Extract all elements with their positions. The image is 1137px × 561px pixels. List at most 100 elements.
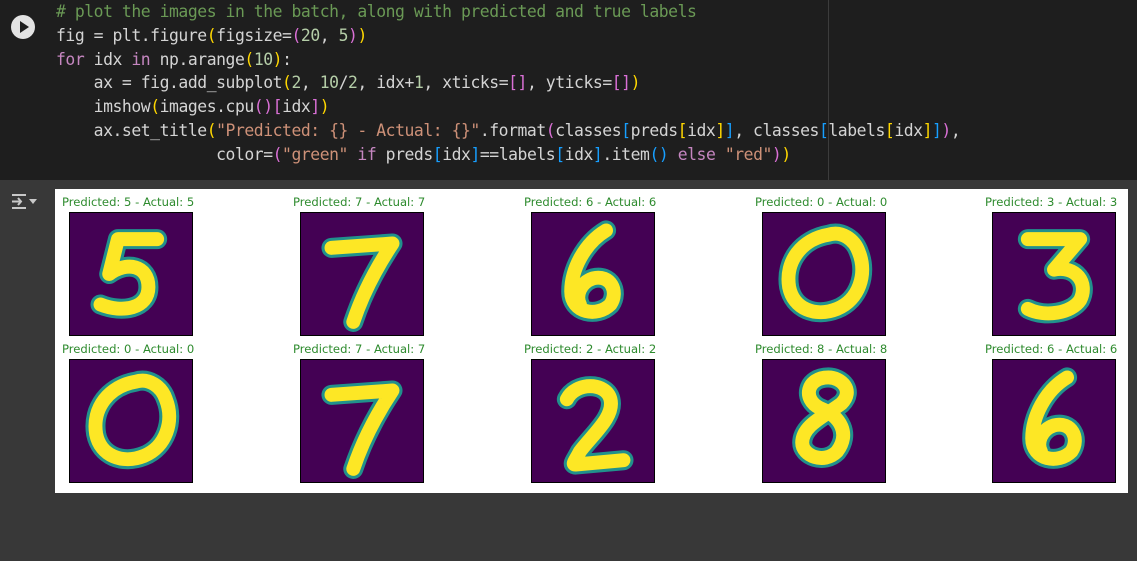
code-line: # plot the images in the batch, along wi…	[56, 0, 828, 24]
subplot-title: Predicted: 7 - Actual: 7	[293, 342, 426, 356]
code-token: color=	[56, 144, 273, 164]
subplot-title: Predicted: 2 - Actual: 2	[524, 342, 657, 356]
code-token: ()	[649, 144, 669, 164]
code-token: ()	[253, 97, 273, 117]
subplot-title: Predicted: 6 - Actual: 6	[524, 195, 657, 209]
code-line: color=("green" if preds[idx]==labels[idx…	[56, 143, 828, 167]
code-token: )	[319, 97, 330, 117]
code-token: (	[291, 25, 301, 45]
code-line: for idx in np.arange(10):	[56, 48, 828, 72]
code-token: )	[781, 144, 791, 164]
code-token: , yticks=	[526, 73, 612, 93]
code-token: in	[131, 49, 151, 69]
code-token: idx	[687, 120, 716, 140]
code-line: fig = plt.figure(figsize=(20, 5))	[56, 24, 828, 48]
digit-image	[69, 359, 193, 483]
output-collapse-icon	[12, 194, 37, 209]
subplot-title: Predicted: 3 - Actual: 3	[985, 195, 1118, 209]
digit-image	[300, 212, 424, 336]
run-cell-button[interactable]	[11, 15, 35, 39]
code-token: ]	[470, 144, 480, 164]
code-token: (	[150, 97, 160, 117]
code-token: [	[884, 120, 895, 140]
subplot-title: Predicted: 0 - Actual: 0	[755, 195, 888, 209]
digit-image	[992, 212, 1116, 336]
code-token: :	[282, 49, 292, 69]
code-token: idx	[564, 144, 594, 164]
code-text[interactable]: # plot the images in the batch, along wi…	[46, 0, 961, 167]
code-token: ]	[724, 120, 735, 140]
digit-image	[992, 359, 1116, 483]
code-token: 20	[300, 25, 320, 45]
code-token: )	[771, 144, 782, 164]
code-token: "Predicted: {} - Actual: {}"	[216, 120, 480, 140]
code-token: "green"	[282, 144, 348, 164]
code-token: [	[677, 120, 688, 140]
digit-image	[531, 212, 655, 336]
code-token: idx	[84, 49, 132, 69]
code-token: ]	[592, 144, 603, 164]
subplot-title: Predicted: 7 - Actual: 7	[293, 195, 426, 209]
code-token: [	[432, 144, 443, 164]
subplot-title: Predicted: 6 - Actual: 6	[985, 342, 1118, 356]
code-token: ]	[922, 120, 933, 140]
code-token: )	[630, 73, 641, 93]
code-token: labels	[828, 120, 885, 140]
code-line: ax.set_title("Predicted: {} - Actual: {}…	[56, 119, 961, 143]
digit-image	[762, 359, 886, 483]
code-token: (	[206, 120, 217, 140]
code-token: )	[357, 25, 367, 45]
code-token: imshow	[56, 97, 151, 117]
code-token: , xticks=	[423, 73, 509, 93]
code-token: if	[357, 144, 377, 164]
code-token: figsize=	[216, 25, 292, 45]
code-token: [	[555, 144, 565, 164]
code-token: ]	[310, 97, 320, 117]
code-token: ]	[932, 120, 942, 140]
code-token: []	[508, 73, 527, 93]
subplot-title: Predicted: 8 - Actual: 8	[755, 342, 888, 356]
code-cell: # plot the images in the batch, along wi…	[0, 0, 1137, 180]
code-token: /	[338, 73, 349, 93]
code-token: [	[272, 97, 283, 117]
code-token: "red"	[724, 144, 773, 164]
code-editor[interactable]: # plot the images in the batch, along wi…	[46, 0, 961, 180]
digit-image	[762, 212, 886, 336]
code-token: , idx+	[357, 73, 414, 93]
code-token: ,	[950, 120, 961, 140]
code-token: idx	[894, 120, 923, 140]
code-token: [	[621, 120, 631, 140]
code-token: 2	[291, 73, 301, 93]
code-token: 10	[319, 73, 339, 93]
code-token: preds	[630, 120, 679, 140]
code-token: np.arange	[150, 49, 245, 69]
digit-image	[69, 212, 193, 336]
code-token: for	[56, 49, 85, 69]
code-token: ,	[319, 25, 339, 45]
output-toggle-button[interactable]	[10, 190, 38, 214]
code-token: (	[545, 120, 556, 140]
code-token: ==labels	[479, 144, 556, 164]
cell-output-figure: Predicted: 5 - Actual: 5 Predicted: 7 - A…	[55, 189, 1128, 493]
code-token: , classes	[734, 120, 819, 140]
subplot-title: Predicted: 0 - Actual: 0	[62, 342, 195, 356]
code-token: [	[818, 120, 829, 140]
code-token: ax.set_title	[56, 120, 207, 140]
code-token: preds	[376, 144, 434, 164]
code-token: ,	[300, 73, 320, 93]
code-token: 2	[348, 73, 358, 93]
code-token: 10	[253, 49, 273, 69]
code-token: ax = fig.add_subplot	[56, 73, 283, 93]
code-token: .format	[479, 120, 546, 140]
code-line: ax = fig.add_subplot(2, 10/2, idx+1, xti…	[56, 71, 828, 95]
code-token: []	[611, 73, 631, 93]
code-token: 1	[413, 73, 424, 93]
code-token: idx	[282, 97, 311, 117]
code-token: )	[941, 120, 951, 140]
code-line: imshow(images.cpu()[idx])	[56, 95, 828, 119]
code-token: (	[206, 25, 217, 45]
code-token: (	[272, 144, 283, 164]
